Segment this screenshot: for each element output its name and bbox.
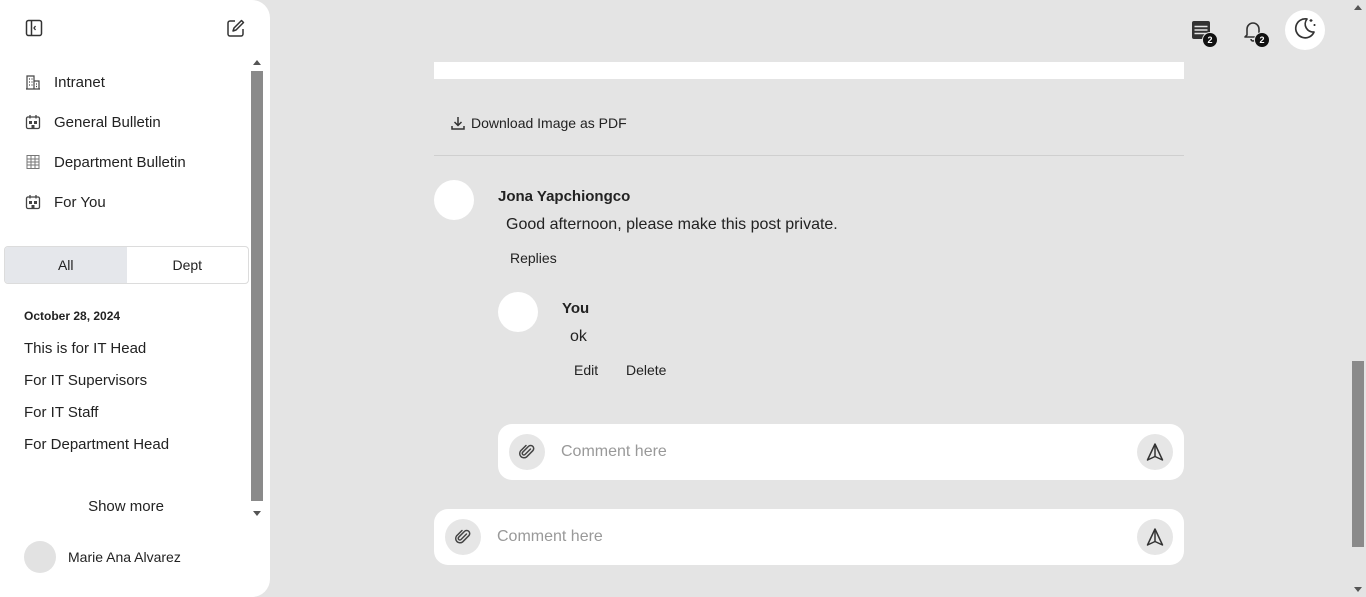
post-list: This is for IT Head For IT Supervisors F… (24, 332, 244, 460)
comment-text: Good afternoon, please make this post pr… (506, 216, 838, 233)
scrollbar-thumb[interactable] (251, 71, 263, 501)
notifications-button[interactable]: 2 (1233, 12, 1273, 52)
list-item[interactable]: This is for IT Head (24, 332, 244, 364)
list-item[interactable]: For Department Head (24, 428, 244, 460)
messages-button[interactable]: 2 (1181, 12, 1221, 52)
reply-text: ok (570, 328, 587, 345)
send-button[interactable] (1137, 519, 1173, 555)
reply-comment-box (498, 424, 1184, 480)
paperclip-icon (518, 444, 535, 459)
date-heading: October 28, 2024 (24, 309, 121, 323)
scroll-down-arrow-icon[interactable] (1354, 587, 1362, 592)
attach-button[interactable] (445, 519, 481, 555)
paperclip-icon (454, 529, 471, 544)
sidebar-item-label: General Bulletin (54, 113, 161, 131)
attach-button[interactable] (509, 434, 545, 470)
main-scrollbar[interactable] (1350, 0, 1366, 597)
building-icon (24, 73, 42, 91)
send-button[interactable] (1137, 434, 1173, 470)
scrollbar-thumb[interactable] (1352, 361, 1364, 547)
reply-author: You (562, 300, 590, 317)
send-icon (1146, 443, 1164, 461)
list-item[interactable]: For IT Supervisors (24, 364, 244, 396)
scroll-up-arrow-icon[interactable] (1354, 5, 1362, 10)
download-label: Download Image as PDF (471, 115, 627, 131)
download-pdf-button[interactable]: Download Image as PDF (450, 115, 627, 131)
user-name: Marie Ana Alvarez (68, 549, 181, 565)
divider (434, 155, 1184, 156)
delete-button[interactable]: Delete (626, 362, 666, 378)
moon-stars-icon (1292, 15, 1318, 46)
avatar (24, 541, 56, 573)
comment-author: Jona Yapchiongco (498, 188, 631, 205)
user-profile[interactable]: Marie Ana Alvarez (24, 541, 181, 573)
theme-toggle-button[interactable] (1285, 10, 1325, 50)
sidebar: Intranet General Bulletin Department Bul… (0, 0, 270, 597)
sidebar-item-intranet[interactable]: Intranet (24, 62, 244, 102)
main-comment-box (434, 509, 1184, 565)
sidebar-item-department-bulletin[interactable]: Department Bulletin (24, 142, 244, 182)
sidebar-scrollbar[interactable] (250, 56, 264, 520)
collapse-sidebar-icon[interactable] (22, 16, 46, 40)
tab-all[interactable]: All (5, 247, 127, 283)
sidebar-item-general-bulletin[interactable]: General Bulletin (24, 102, 244, 142)
scroll-up-arrow-icon[interactable] (253, 60, 261, 65)
show-more-button[interactable]: Show more (0, 498, 252, 515)
sidebar-item-for-you[interactable]: For You (24, 182, 244, 222)
new-post-icon[interactable] (224, 16, 248, 40)
download-icon (451, 117, 465, 130)
comment-input[interactable] (497, 528, 1121, 546)
grid-building-icon (24, 153, 42, 171)
sidebar-item-label: Intranet (54, 73, 105, 91)
tab-dept[interactable]: Dept (127, 247, 249, 283)
post-filter-tabs: All Dept (4, 246, 249, 284)
sidebar-item-label: Department Bulletin (54, 153, 186, 171)
send-icon (1146, 528, 1164, 546)
sidebar-nav: Intranet General Bulletin Department Bul… (24, 62, 244, 222)
sidebar-item-label: For You (54, 193, 106, 211)
messages-count-badge: 2 (1202, 32, 1218, 48)
reply-comment-input[interactable] (561, 443, 1121, 461)
post-image-bottom (434, 62, 1184, 79)
avatar (498, 292, 538, 332)
calendar-building-icon (24, 193, 42, 211)
calendar-building-icon (24, 113, 42, 131)
edit-button[interactable]: Edit (574, 362, 598, 378)
scroll-down-arrow-icon[interactable] (253, 511, 261, 516)
avatar (434, 180, 474, 220)
replies-button[interactable]: Replies (510, 250, 557, 266)
list-item[interactable]: For IT Staff (24, 396, 244, 428)
notifications-count-badge: 2 (1254, 32, 1270, 48)
